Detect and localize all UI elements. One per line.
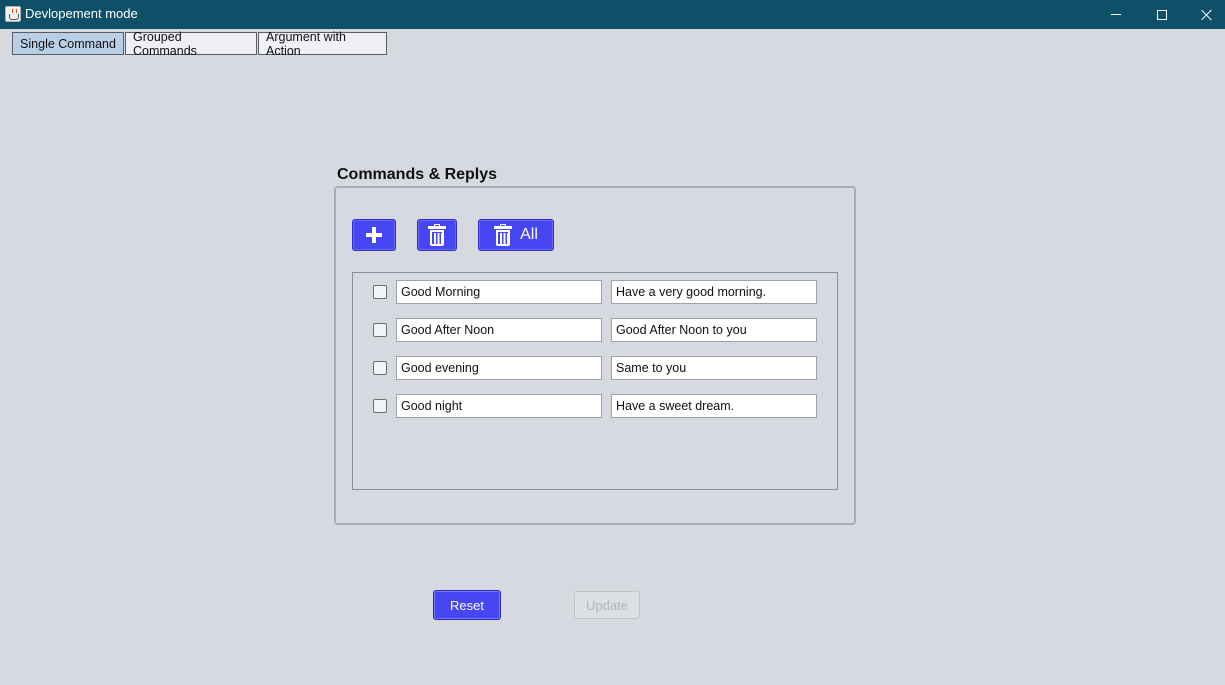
command-field[interactable]: Good night (396, 394, 602, 418)
list-item: Good evening Same to you (353, 356, 839, 380)
maximize-icon (1156, 9, 1167, 20)
minimize-icon (1110, 14, 1121, 15)
reply-field[interactable]: Same to you (611, 356, 817, 380)
row-checkbox[interactable] (373, 399, 387, 413)
list-item: Good night Have a sweet dream. (353, 394, 839, 418)
close-button[interactable] (1184, 0, 1225, 29)
reply-field[interactable]: Have a very good morning. (611, 280, 817, 304)
reply-field[interactable]: Have a sweet dream. (611, 394, 817, 418)
plus-icon (366, 227, 382, 243)
row-checkbox[interactable] (373, 285, 387, 299)
command-field[interactable]: Good Morning (396, 280, 602, 304)
minimize-button[interactable] (1093, 0, 1138, 29)
trash-icon (494, 224, 513, 246)
tab-bar: Single Command Grouped Commands Argument… (12, 30, 388, 58)
row-checkbox[interactable] (373, 323, 387, 337)
commands-panel: All Good Morning Have a very good mornin… (334, 186, 856, 525)
reset-button[interactable]: Reset (433, 590, 501, 620)
java-cup-icon (5, 6, 21, 22)
reply-field[interactable]: Good After Noon to you (611, 318, 817, 342)
title-bar: Devlopement mode (0, 0, 1225, 29)
update-button[interactable]: Update (574, 591, 640, 619)
command-field[interactable]: Good After Noon (396, 318, 602, 342)
close-icon (1201, 9, 1213, 21)
add-command-button[interactable] (352, 219, 396, 251)
delete-selected-button[interactable] (417, 219, 457, 251)
row-checkbox[interactable] (373, 361, 387, 375)
window-title: Devlopement mode (25, 6, 138, 21)
panel-title: Commands & Replys (337, 166, 498, 183)
trash-icon (428, 224, 446, 246)
delete-all-button[interactable]: All (478, 219, 554, 251)
command-field[interactable]: Good evening (396, 356, 602, 380)
maximize-button[interactable] (1139, 0, 1184, 29)
list-item: Good Morning Have a very good morning. (353, 280, 839, 304)
delete-all-label: All (520, 226, 538, 243)
tab-single-command[interactable]: Single Command (12, 32, 124, 55)
tab-argument-with-action[interactable]: Argument with Action (258, 30, 387, 58)
list-item: Good After Noon Good After Noon to you (353, 318, 839, 342)
command-list: Good Morning Have a very good morning. G… (352, 272, 838, 490)
tab-grouped-commands[interactable]: Grouped Commands (125, 30, 257, 58)
